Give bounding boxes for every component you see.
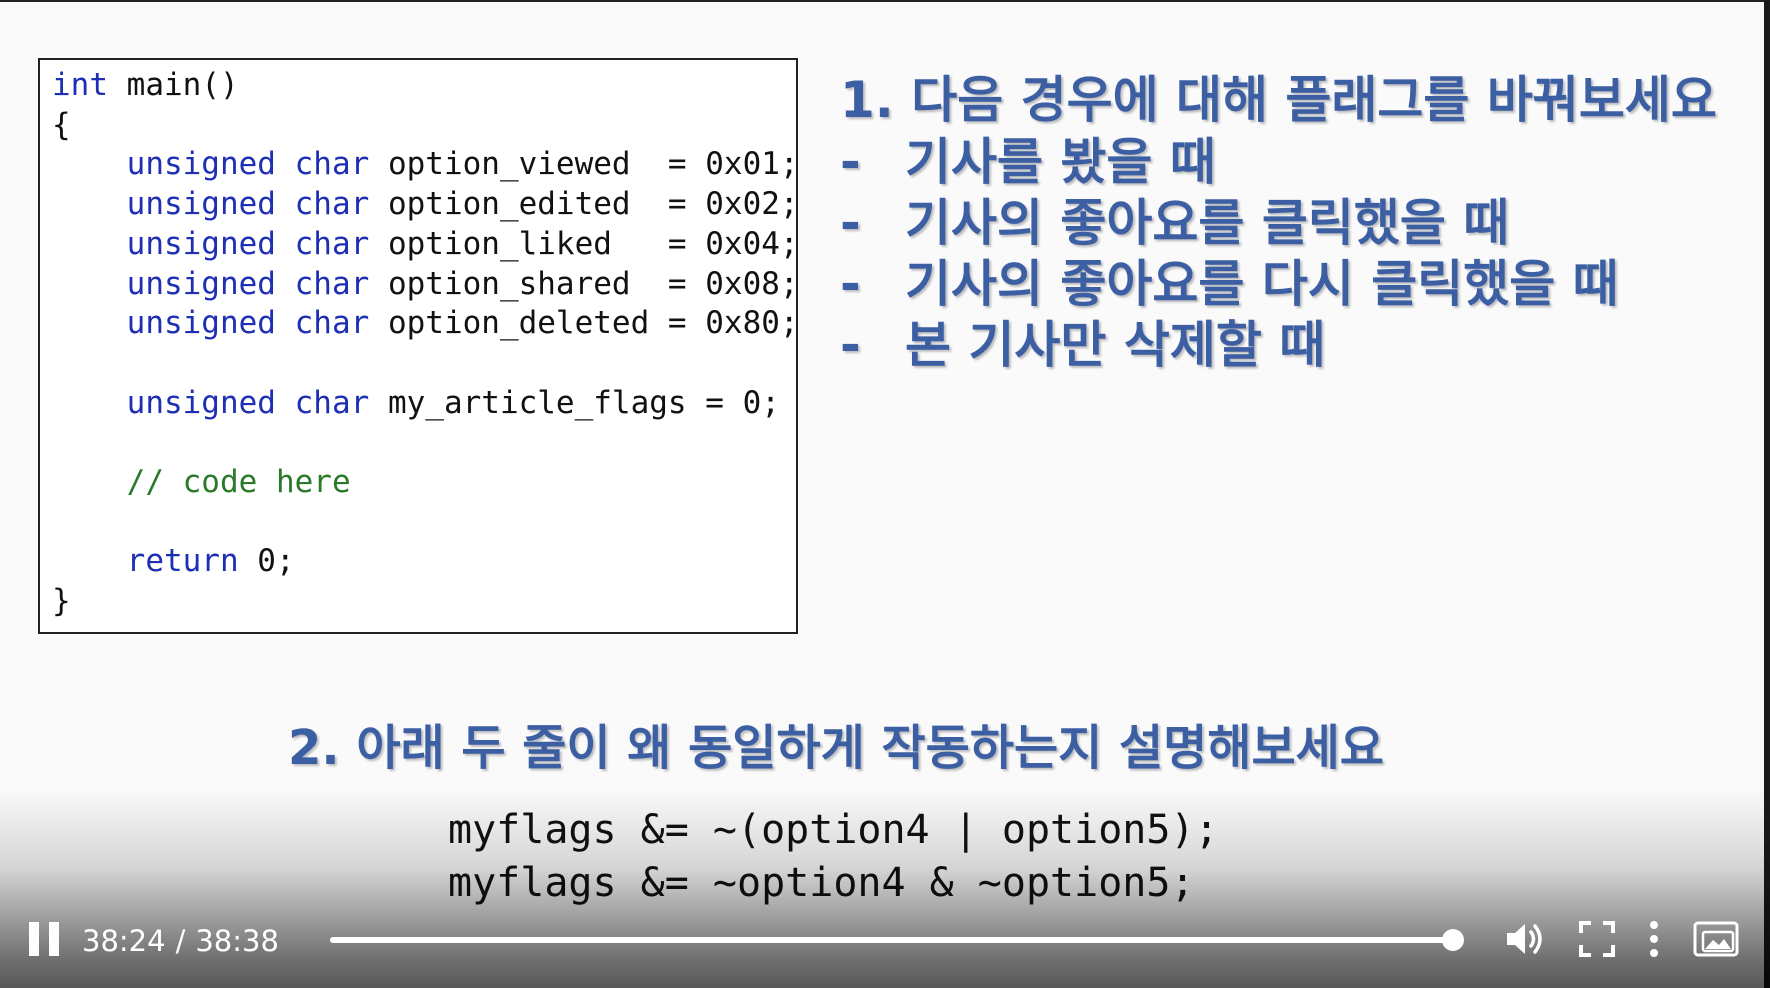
right-edge-bar — [1764, 0, 1770, 988]
code-keyword: unsigned char — [126, 384, 370, 421]
code-line: { — [52, 106, 71, 143]
fullscreen-button[interactable] — [1572, 914, 1622, 964]
code-comment: // code here — [126, 464, 351, 501]
question-2-title: 2. 아래 두 줄이 왜 동일하게 작동하는지 설명해보세요 — [288, 720, 1384, 776]
more-options-button[interactable] — [1636, 914, 1672, 964]
duration: 38:38 — [195, 924, 279, 958]
bullet-dash: - — [840, 255, 861, 313]
code-keyword: unsigned char — [126, 265, 370, 302]
pause-icon — [29, 922, 59, 956]
code-line: int main() — [52, 67, 239, 103]
progress-knob[interactable] — [1442, 929, 1465, 951]
picture-in-picture-button[interactable] — [1688, 914, 1744, 964]
current-time: 38:24 — [82, 924, 166, 958]
code-keyword: return — [126, 543, 239, 580]
code-keyword: int — [52, 67, 108, 103]
bullet-dash: - — [840, 194, 861, 252]
code-block: int main() { unsigned char option_viewed… — [52, 66, 799, 622]
question-2-code-line: myflags &= ~(option4 | option5); — [448, 807, 1219, 853]
code-line: unsigned char my_article_flags = 0; — [126, 384, 780, 421]
progress-fill — [330, 937, 1454, 943]
pause-button[interactable] — [22, 916, 66, 962]
question-1: 1. 다음 경우에 대해 플래그를 바꿔보세요 - 기사를 봤을 때 - 기사의… — [840, 68, 1717, 376]
volume-icon — [1507, 924, 1542, 954]
picture-in-picture-icon — [1693, 921, 1739, 957]
code-line: unsigned char option_deleted = 0x80; — [126, 305, 799, 342]
code-line: unsigned char option_edited = 0x02; — [126, 186, 799, 223]
lecture-slide: int main() { unsigned char option_viewed… — [0, 0, 1770, 988]
question-1-item: - 기사의 좋아요를 클릭했을 때 — [840, 193, 1717, 254]
more-vertical-icon — [1650, 921, 1658, 957]
code-keyword: unsigned char — [126, 225, 370, 262]
code-line: } — [52, 583, 71, 620]
time-display: 38:24 / 38:38 — [82, 924, 279, 958]
question-1-title: 1. 다음 경우에 대해 플래그를 바꿔보세요 — [840, 71, 1717, 129]
volume-button[interactable] — [1500, 914, 1550, 964]
code-line: return 0; — [126, 543, 295, 580]
code-keyword: unsigned char — [126, 186, 370, 223]
time-separator: / — [175, 924, 186, 958]
code-keyword: unsigned char — [126, 305, 370, 342]
question-2-code-line: myflags &= ~option4 & ~option5; — [448, 860, 1195, 906]
question-1-item-text: 본 기사만 삭제할 때 — [905, 316, 1326, 374]
question-2-code: myflags &= ~(option4 | option5); myflags… — [448, 804, 1219, 910]
code-line: // code here — [52, 464, 351, 500]
code-box: int main() { unsigned char option_viewed… — [38, 58, 799, 634]
question-1-item-text: 기사의 좋아요를 클릭했을 때 — [905, 194, 1510, 252]
video-player: int main() { unsigned char option_viewed… — [0, 0, 1770, 988]
question-1-item-text: 기사의 좋아요를 다시 클릭했을 때 — [905, 255, 1619, 313]
code-line: unsigned char option_liked = 0x04; — [126, 225, 799, 262]
bullet-dash: - — [840, 316, 861, 374]
question-1-item: - 기사를 봤을 때 — [840, 132, 1717, 193]
code-keyword: unsigned char — [126, 146, 370, 183]
bullet-dash: - — [840, 133, 861, 191]
fullscreen-icon — [1579, 921, 1615, 957]
question-1-item-text: 기사를 봤을 때 — [905, 133, 1216, 191]
question-1-item: - 기사의 좋아요를 다시 클릭했을 때 — [840, 254, 1717, 315]
code-line: unsigned char option_viewed = 0x01; — [126, 146, 799, 183]
player-controls: 38:24 / 38:38 — [0, 910, 1770, 970]
code-line: unsigned char option_shared = 0x08; — [126, 265, 799, 302]
progress-bar[interactable] — [330, 929, 1465, 951]
question-1-item: - 본 기사만 삭제할 때 — [840, 315, 1717, 376]
